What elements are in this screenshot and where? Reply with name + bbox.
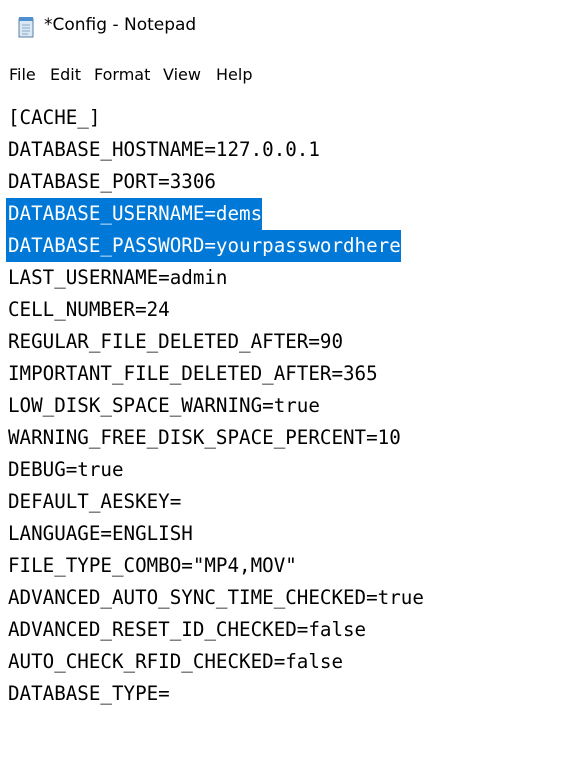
editor-line[interactable]: ADVANCED_RESET_ID_CHECKED=false xyxy=(8,614,366,646)
editor-line[interactable]: ADVANCED_AUTO_SYNC_TIME_CHECKED=true xyxy=(8,582,424,614)
editor-line[interactable]: IMPORTANT_FILE_DELETED_AFTER=365 xyxy=(8,358,378,390)
editor-line[interactable]: DATABASE_TYPE= xyxy=(8,678,170,710)
window-title: *Config - Notepad xyxy=(44,15,197,35)
editor-line[interactable]: DEBUG=true xyxy=(8,454,124,486)
editor-line[interactable]: DATABASE_PORT=3306 xyxy=(8,166,216,198)
editor-line[interactable]: REGULAR_FILE_DELETED_AFTER=90 xyxy=(8,326,343,358)
text-editor[interactable]: [CACHE_] DATABASE_HOSTNAME=127.0.0.1 DAT… xyxy=(0,96,586,779)
title-bar[interactable]: *Config - Notepad xyxy=(0,0,586,56)
editor-line[interactable]: FILE_TYPE_COMBO="MP4,MOV" xyxy=(8,550,297,582)
editor-line-selected[interactable]: DATABASE_USERNAME=dems xyxy=(6,198,263,230)
menu-file[interactable]: File xyxy=(9,65,36,84)
menu-edit[interactable]: Edit xyxy=(50,65,81,84)
menu-bar: File Edit Format View Help xyxy=(0,62,586,92)
editor-line[interactable]: [CACHE_] xyxy=(8,102,100,134)
editor-line-selected[interactable]: DATABASE_PASSWORD=yourpasswordhere xyxy=(6,230,401,262)
menu-format[interactable]: Format xyxy=(94,65,150,84)
menu-help[interactable]: Help xyxy=(216,65,252,84)
editor-line[interactable]: DEFAULT_AESKEY= xyxy=(8,486,181,518)
editor-line[interactable]: LAST_USERNAME=admin xyxy=(8,262,228,294)
editor-line[interactable]: LOW_DISK_SPACE_WARNING=true xyxy=(8,390,320,422)
menu-view[interactable]: View xyxy=(163,65,201,84)
notepad-icon xyxy=(18,17,34,38)
editor-line[interactable]: LANGUAGE=ENGLISH xyxy=(8,518,193,550)
editor-line[interactable]: CELL_NUMBER=24 xyxy=(8,294,170,326)
editor-line[interactable]: WARNING_FREE_DISK_SPACE_PERCENT=10 xyxy=(8,422,401,454)
editor-line[interactable]: DATABASE_HOSTNAME=127.0.0.1 xyxy=(8,134,320,166)
editor-line[interactable]: AUTO_CHECK_RFID_CHECKED=false xyxy=(8,646,343,678)
